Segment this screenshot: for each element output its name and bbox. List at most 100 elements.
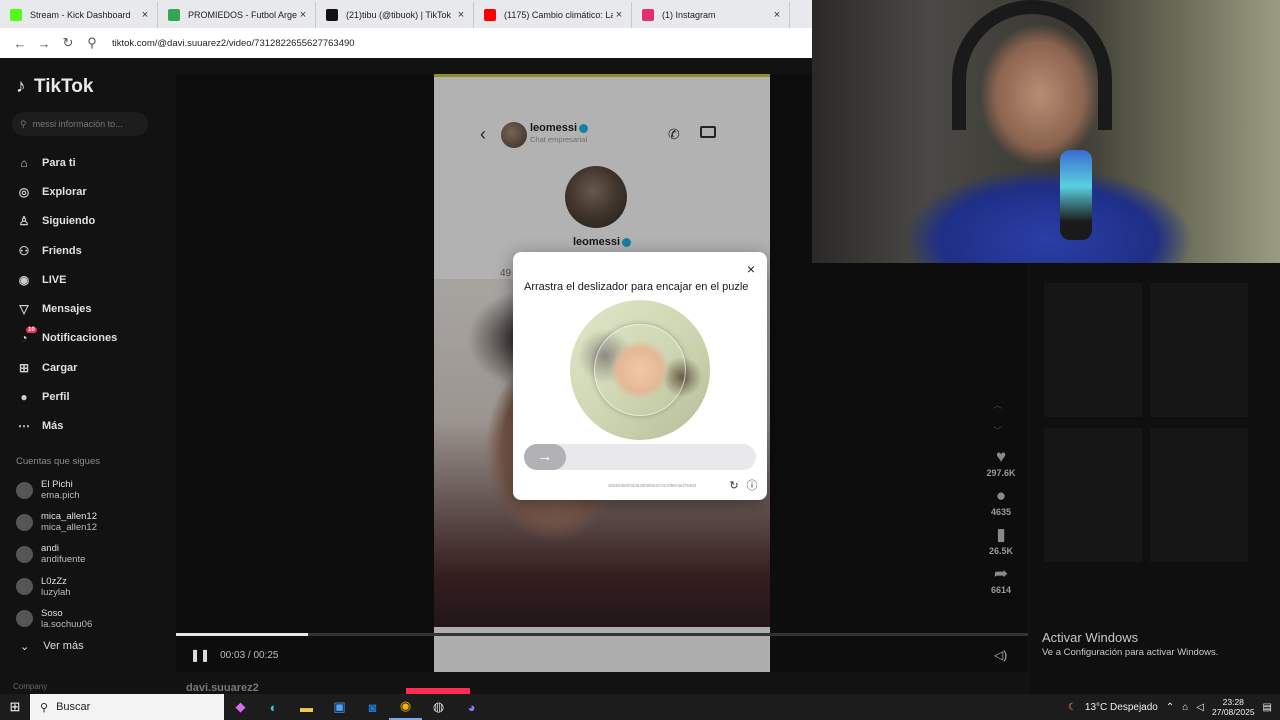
tab-title: (1175) Cambio climático: La ba [504, 10, 613, 20]
tray-chevron-icon[interactable]: ⌃ [1166, 702, 1174, 713]
account-handle: luzylah [41, 586, 71, 598]
account-handle: la.sochuu06 [41, 618, 93, 630]
info-icon[interactable]: ⓘ [746, 477, 758, 493]
action-bar: ♥ 297.6K ● 4635 ▮ 26.5K ➦ 6614 [982, 446, 1020, 602]
copilot-icon[interactable]: ◆ [224, 694, 257, 720]
action-button[interactable]: ▮ 26.5K [982, 524, 1020, 556]
forward-icon[interactable]: → [32, 36, 56, 51]
search-input[interactable]: ⚲ messi información to... [12, 112, 148, 136]
sidebar-item[interactable]: ⚇ Friends [16, 236, 166, 265]
account-name: Soso [41, 607, 63, 619]
following-icon: ♙ [18, 214, 30, 229]
sidebar-item[interactable]: ▽ Mensajes [16, 294, 166, 323]
notification-badge: 10 [26, 326, 37, 333]
volume-icon[interactable]: ◁ [1196, 702, 1204, 713]
browser-tab[interactable]: PROMIEDOS - Futbol Argentino× [158, 2, 316, 28]
close-tab-icon[interactable]: × [613, 9, 625, 21]
account-name: mica_allen12 [41, 511, 97, 523]
close-tab-icon[interactable]: × [455, 9, 467, 21]
captcha-slider-track[interactable]: → [524, 444, 756, 470]
discord-icon[interactable]: ◕ [455, 694, 488, 720]
sidebar-item[interactable]: ● Perfil [16, 382, 166, 411]
video-progress-bar[interactable] [176, 633, 1028, 636]
sidebar-item-label: Cargar [42, 361, 78, 374]
followed-account[interactable]: mica_allen12 mica_allen12 [16, 506, 166, 538]
video-controls: ❚❚ 00:03 / 00:25 [190, 648, 279, 662]
up-arrow-icon[interactable]: ︿ [993, 392, 1002, 418]
account-handle: mica_allen12 [41, 522, 97, 534]
sidebar-item[interactable]: ⌂ Para ti [16, 148, 166, 177]
action-button[interactable]: ♥ 297.6K [982, 446, 1020, 478]
close-tab-icon[interactable]: × [139, 9, 151, 21]
action-button[interactable]: ➦ 6614 [982, 563, 1020, 595]
chrome-icon[interactable]: ◉ [389, 694, 422, 720]
browser-tab[interactable]: Stream - Kick Dashboard × [0, 2, 158, 28]
captcha-footer: 3b550d60f3d3549f05b63C0C0f98A8d75483 ↻ ⓘ [608, 477, 758, 493]
sidebar-item[interactable]: ◔ 10 Notificaciones [16, 324, 166, 353]
close-tab-icon[interactable]: × [297, 9, 309, 21]
back-icon[interactable]: ← [8, 36, 32, 51]
tab-favicon-icon [642, 9, 654, 21]
clock-date: 27/08/2025 [1212, 707, 1255, 717]
file-explorer-icon[interactable]: ▬ [290, 694, 323, 720]
bookmark-icon: ▮ [996, 525, 1006, 544]
taskbar-search[interactable]: ⚲ Buscar [30, 694, 224, 720]
activate-windows-subtitle: Ve a Configuración para activar Windows. [1042, 647, 1219, 658]
account-info: L0zZz luzylah [41, 576, 71, 598]
site-info-icon[interactable]: ⚲ [80, 35, 104, 51]
video-thumbnail[interactable] [1150, 283, 1248, 417]
network-icon[interactable]: ⌂ [1182, 702, 1188, 713]
obs-icon[interactable]: ◍ [422, 694, 455, 720]
sidebar-item[interactable]: ⊞ Cargar [16, 353, 166, 382]
close-tab-icon[interactable]: × [771, 9, 783, 21]
sidebar-item[interactable]: ♙ Siguiendo [16, 207, 166, 236]
store-icon[interactable]: ▣ [323, 694, 356, 720]
following-title: Cuentas que sigues [16, 456, 100, 467]
refresh-icon[interactable]: ↻ [728, 479, 740, 492]
followed-account[interactable]: andi andifuente [16, 538, 166, 570]
video-thumbnail[interactable] [1150, 428, 1248, 562]
notifications-icon[interactable]: ▤ [1263, 702, 1272, 713]
sidebar-item[interactable]: ⋯ Más [16, 412, 166, 441]
browser-tab[interactable]: (21)tibu (@tibuok) | TikTok × [316, 2, 474, 28]
browser-tab[interactable]: (1) Instagram × [632, 2, 790, 28]
followed-account[interactable]: El Pichi ema.pich [16, 474, 166, 506]
weather-text[interactable]: 13°C Despejado [1085, 702, 1158, 713]
url-text[interactable]: tiktok.com/@davi.suuarez2/video/73128226… [112, 38, 355, 49]
action-count: 6614 [990, 585, 1012, 595]
outlook-icon[interactable]: ◙ [356, 694, 389, 720]
close-icon[interactable]: × [747, 261, 755, 277]
sidebar-item[interactable]: ◉ LIVE [16, 265, 166, 294]
upload-icon: ⊞ [18, 360, 30, 375]
clock-time: 23:28 [1222, 697, 1244, 707]
activate-windows-title: Activar Windows [1042, 630, 1139, 645]
video-thumbnail[interactable] [1044, 428, 1142, 562]
action-count: 4635 [990, 507, 1012, 517]
clock[interactable]: 23:28 27/08/2025 [1212, 697, 1255, 717]
company-link[interactable]: Company [13, 682, 47, 691]
sidebar-item[interactable]: ◎ Explorar [16, 177, 166, 206]
see-more-button[interactable]: ⌄ Ver más [20, 640, 84, 653]
share-icon: ➦ [993, 564, 1009, 583]
action-button[interactable]: ● 4635 [982, 485, 1020, 517]
slider-handle[interactable]: → [524, 444, 566, 470]
avatar [16, 578, 33, 596]
edge-icon[interactable]: ◐ [257, 694, 290, 720]
followed-account[interactable]: Soso la.sochuu06 [16, 603, 166, 635]
volume-icon[interactable]: ◁) [994, 648, 1007, 662]
account-info: andi andifuente [41, 543, 85, 565]
browser-tab[interactable]: (1175) Cambio climático: La ba× [474, 2, 632, 28]
video-time: 00:03 / 00:25 [220, 649, 279, 661]
down-arrow-icon[interactable]: ﹀ [993, 418, 1002, 444]
followed-account[interactable]: L0zZz luzylah [16, 571, 166, 603]
windows-start-icon[interactable]: ⊞ [0, 699, 30, 715]
video-thumbnail[interactable] [1044, 283, 1142, 417]
reload-icon[interactable]: ↻ [56, 35, 80, 51]
tiktok-logo[interactable]: ♪ TikTok [16, 76, 93, 98]
tab-favicon-icon [484, 9, 496, 21]
sidebar-item-label: LIVE [42, 273, 67, 286]
pause-icon[interactable]: ❚❚ [190, 648, 210, 662]
account-name: L0zZz [41, 575, 67, 587]
chevron-down-icon: ⌄ [20, 641, 30, 653]
author-name[interactable]: davi.suuarez2 [186, 682, 259, 694]
